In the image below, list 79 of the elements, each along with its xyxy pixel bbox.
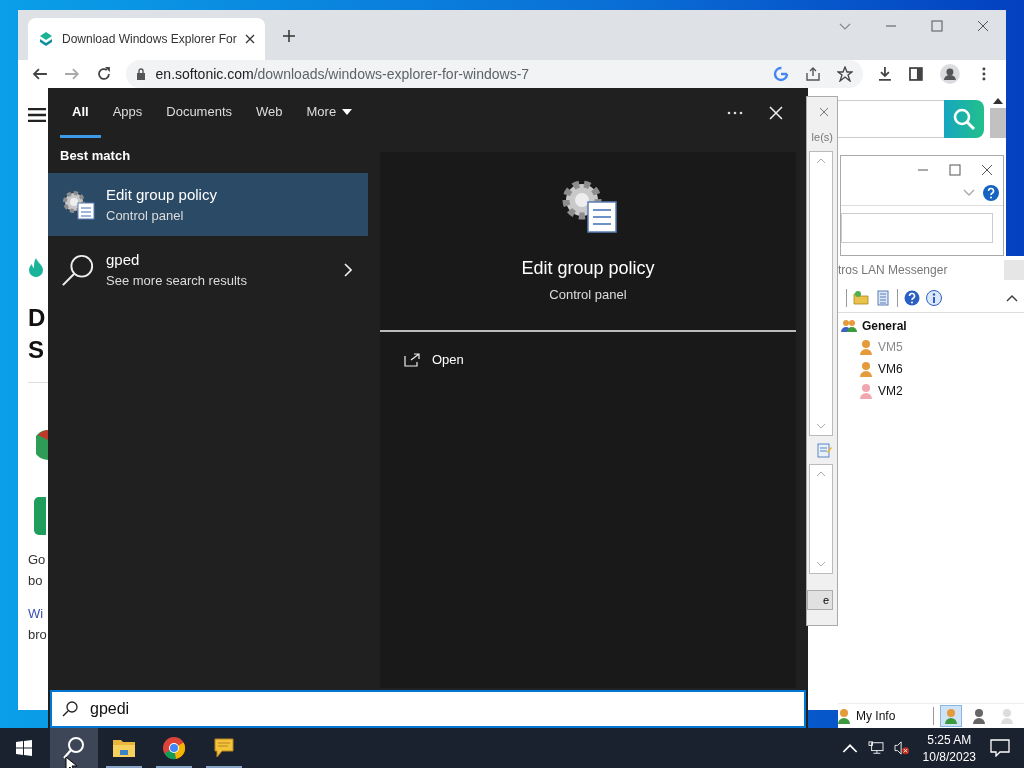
maximize-icon[interactable] xyxy=(949,164,961,176)
volume-muted-icon[interactable] xyxy=(893,741,910,755)
user-icon xyxy=(838,708,850,724)
filter-tab[interactable]: Apps xyxy=(100,88,155,138)
chat-bubble-icon xyxy=(212,736,236,760)
scrollbar-thumb[interactable] xyxy=(990,108,1006,138)
reload-icon[interactable] xyxy=(95,66,112,82)
page-text-fragment: Go xyxy=(28,553,46,566)
filter-tab[interactable]: More xyxy=(294,88,365,138)
browser-icon xyxy=(162,736,186,760)
search-button[interactable] xyxy=(944,100,984,138)
preview-subtitle: Control panel xyxy=(549,287,627,302)
start-icon[interactable] xyxy=(16,740,32,756)
my-info-button[interactable]: My Info xyxy=(838,708,896,724)
side-panel-icon[interactable] xyxy=(908,66,925,82)
user-status-icon xyxy=(973,708,985,724)
status-button[interactable] xyxy=(940,705,962,727)
search-icon xyxy=(60,252,96,287)
lock-icon xyxy=(135,68,146,80)
group-item[interactable]: General xyxy=(840,319,1024,333)
group-icon xyxy=(840,319,858,333)
collapse-icon[interactable] xyxy=(1006,294,1018,302)
open-icon xyxy=(404,352,420,367)
maximize-icon[interactable] xyxy=(931,20,943,32)
label-fragment: le(s) xyxy=(811,131,833,143)
filter-tab[interactable]: All xyxy=(60,88,101,138)
result-subtitle: Control panel xyxy=(106,208,185,223)
chevron-right-icon[interactable] xyxy=(344,262,352,277)
search-icon xyxy=(62,701,78,717)
search-icon xyxy=(952,107,976,131)
filter-tab[interactable]: Web xyxy=(244,88,295,138)
scroll-up-icon[interactable] xyxy=(993,98,1003,104)
dialog-button[interactable]: e xyxy=(807,590,833,610)
menu-icon[interactable] xyxy=(28,108,46,122)
open-action[interactable]: Open xyxy=(404,352,464,367)
page-text-fragment: bro xyxy=(28,628,47,641)
profile-icon[interactable] xyxy=(940,64,961,84)
result-title: Edit group policy xyxy=(106,186,217,203)
search-result[interactable]: Edit group policy Control panel xyxy=(48,173,368,236)
section-title: Best match xyxy=(60,148,132,163)
window-title: tros LAN Messenger xyxy=(838,263,948,277)
browser-tab[interactable]: Download Windows Explorer For xyxy=(28,18,265,60)
share-icon[interactable] xyxy=(804,66,821,82)
flame-logo-icon xyxy=(28,258,44,278)
new-tab-icon[interactable] xyxy=(283,30,295,42)
filter-tab[interactable]: Documents xyxy=(154,88,244,138)
back-icon[interactable] xyxy=(32,66,48,82)
folder-icon[interactable] xyxy=(853,290,869,306)
search-input-field[interactable]: gpedi xyxy=(50,690,806,728)
notification-icon[interactable] xyxy=(990,739,1010,757)
clock[interactable]: 5:25 AM 10/8/2023 xyxy=(922,732,976,764)
user-status-icon xyxy=(1001,708,1013,724)
result-subtitle: See more search results xyxy=(106,273,247,288)
input-field[interactable] xyxy=(841,213,993,243)
contact-item[interactable]: VM5 xyxy=(878,340,903,354)
info-icon[interactable] xyxy=(926,290,942,306)
site-logo-icon xyxy=(38,31,54,47)
page-text-fragment: D xyxy=(28,306,46,330)
page-text-fragment: bo xyxy=(28,574,43,587)
page-text-fragment: S xyxy=(28,338,44,362)
preview-title: Edit group policy xyxy=(521,258,655,279)
contact-item[interactable]: VM6 xyxy=(878,362,903,376)
contact-item[interactable]: VM2 xyxy=(878,384,903,398)
page-text-fragment: Wi xyxy=(28,607,44,620)
search-icon xyxy=(62,736,86,760)
search-result[interactable]: gped See more search results xyxy=(48,238,368,301)
more-options-icon[interactable] xyxy=(727,111,743,115)
close-icon[interactable] xyxy=(245,34,255,44)
result-title: gped xyxy=(106,251,141,268)
search-taskbar-button[interactable] xyxy=(50,728,98,768)
google-icon[interactable] xyxy=(772,66,789,82)
download-icon[interactable] xyxy=(876,66,893,82)
help-icon[interactable] xyxy=(983,185,999,201)
user-status-icon xyxy=(945,708,957,724)
address-bar[interactable]: en.softonic.com/downloads/windows-explorer-for-windows-7 xyxy=(125,60,863,88)
close-icon[interactable] xyxy=(981,164,993,176)
help-icon[interactable] xyxy=(904,290,920,306)
star-icon[interactable] xyxy=(836,66,853,82)
network-icon[interactable] xyxy=(867,741,884,755)
